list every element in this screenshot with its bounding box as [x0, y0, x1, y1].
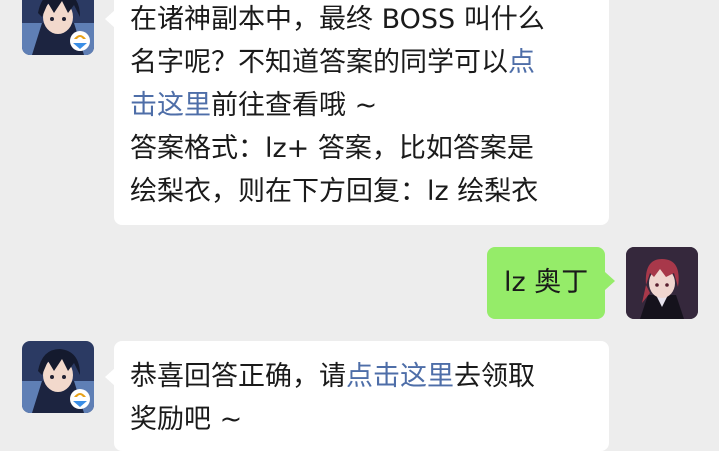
bot-message-bubble[interactable]: 恭喜回答正确，请点击这里去领取 奖励吧 ~ [114, 341, 609, 451]
message-text: 去领取 [454, 361, 535, 392]
message-text: 前往查看哦 ~ [211, 90, 378, 121]
message-line: 恭喜回答正确，请点击这里去领取 [130, 355, 609, 398]
message-text: 名字呢？不知道答案的同学可以 [130, 47, 508, 78]
message-text: 恭喜回答正确，请 [130, 361, 346, 392]
bubble-tail [605, 272, 615, 290]
message-text: 答案格式：lz+ 答案，比如答案是 [130, 133, 534, 164]
message-line: 击这里前往查看哦 ~ [130, 84, 609, 127]
message-line: 绘梨衣，则在下方回复：lz 绘梨衣 [130, 170, 609, 213]
message-line: 奖励吧 ~ [130, 398, 609, 441]
message-line: 名字呢？不知道答案的同学可以点 [130, 41, 609, 84]
message-text: 奖励吧 ~ [130, 404, 243, 435]
message-text: 在诸神副本中，最终 BOSS 叫什么 [130, 4, 545, 35]
message-text: 绘梨衣，则在下方回复：lz 绘梨衣 [130, 176, 539, 207]
anime-boy-avatar-icon [22, 341, 94, 413]
bot-avatar[interactable] [22, 0, 94, 55]
message-line: 在诸神副本中，最终 BOSS 叫什么 [130, 0, 609, 41]
user-message-bubble[interactable]: lz 奥丁 [487, 247, 605, 319]
bot-message-bubble[interactable]: 在诸神副本中，最终 BOSS 叫什么 名字呢？不知道答案的同学可以点 击这里前往… [114, 0, 609, 225]
user-avatar[interactable] [626, 247, 698, 319]
click-here-link[interactable]: 击这里 [130, 90, 211, 121]
message-line: 答案格式：lz+ 答案，比如答案是 [130, 127, 609, 170]
click-here-link[interactable]: 点 [508, 47, 535, 78]
anime-boy-avatar-icon [22, 0, 94, 55]
anime-red-hair-avatar-icon [626, 247, 698, 319]
click-here-link[interactable]: 点击这里 [346, 361, 454, 392]
bot-avatar[interactable] [22, 341, 94, 413]
message-text: lz 奥丁 [504, 267, 589, 298]
